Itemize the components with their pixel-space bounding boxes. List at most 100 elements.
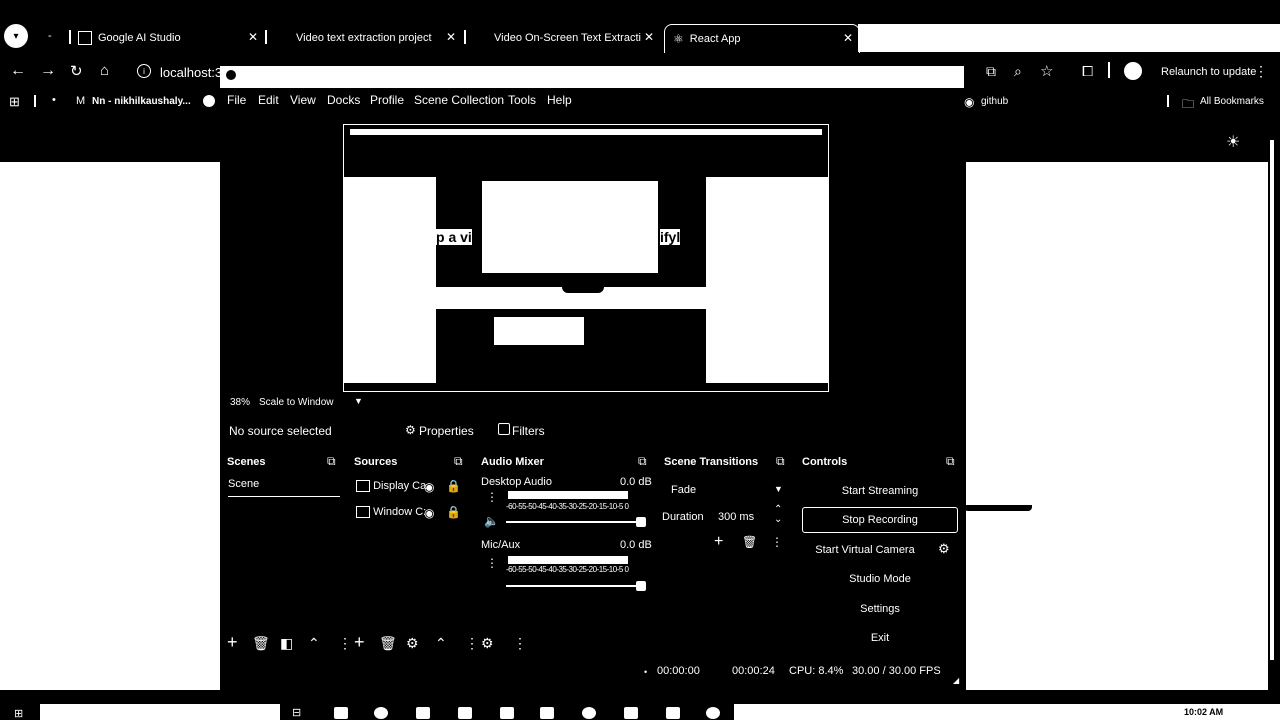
taskbar-app-icon[interactable] bbox=[374, 707, 388, 719]
kebab-icon[interactable]: ⋮ bbox=[465, 635, 479, 652]
window-icon bbox=[356, 506, 370, 519]
back-icon[interactable]: ← bbox=[10, 62, 26, 80]
tab-video-onscreen-text[interactable]: Video On-Screen Text Extracti ✕ bbox=[470, 24, 660, 52]
source-properties-icon[interactable]: ⚙ bbox=[406, 635, 419, 652]
taskbar-search-box[interactable] bbox=[40, 704, 280, 720]
menu-file[interactable]: File bbox=[227, 93, 246, 107]
tab-search-icon[interactable]: ▾ bbox=[4, 24, 28, 48]
transition-type-select[interactable]: Fade bbox=[671, 484, 696, 496]
menu-help[interactable]: Help bbox=[547, 93, 572, 107]
undock-icon[interactable]: ⧉ bbox=[327, 454, 336, 469]
menu-edit[interactable]: Edit bbox=[258, 93, 279, 107]
mic-aux-slider[interactable] bbox=[506, 585, 642, 587]
reload-icon[interactable]: ↻ bbox=[70, 62, 83, 80]
taskbar-app-icon[interactable] bbox=[500, 707, 514, 719]
extensions-icon[interactable]: ⧠ bbox=[1082, 63, 1093, 80]
move-source-up-icon[interactable]: ⌃ bbox=[435, 635, 447, 652]
studio-mode-button[interactable]: Studio Mode bbox=[802, 570, 958, 588]
desktop-audio-slider-knob[interactable] bbox=[636, 517, 646, 527]
kebab-icon[interactable]: ⋮ bbox=[513, 635, 527, 652]
close-icon[interactable]: ✕ bbox=[446, 30, 456, 44]
tab-react-app[interactable]: ⚛ React App ✕ bbox=[664, 24, 860, 53]
bookmark-dot[interactable]: • bbox=[52, 94, 56, 106]
taskbar-app-icon[interactable] bbox=[540, 707, 554, 719]
install-icon[interactable]: ⧉ bbox=[986, 63, 996, 80]
kebab-icon[interactable]: ⋮ bbox=[771, 535, 783, 549]
undock-icon[interactable]: ⧉ bbox=[454, 454, 463, 469]
taskbar-app-icon[interactable] bbox=[334, 707, 348, 719]
tab-small-icon[interactable]: - bbox=[48, 30, 52, 42]
undock-icon[interactable]: ⧉ bbox=[946, 454, 955, 469]
duration-input[interactable]: 300 ms bbox=[718, 511, 754, 523]
github-bookmark[interactable]: github bbox=[981, 96, 1008, 107]
taskbar-app-icon[interactable] bbox=[666, 707, 680, 719]
menu-scene-collection[interactable]: Scene Collection bbox=[414, 93, 504, 107]
zoom-icon[interactable]: ⌕ bbox=[1014, 63, 1022, 80]
theme-toggle-icon[interactable]: ☀ bbox=[1226, 132, 1240, 152]
visibility-eye-icon[interactable]: ◉ bbox=[424, 506, 434, 520]
add-scene-icon[interactable]: + bbox=[227, 632, 238, 653]
start-streaming-button[interactable]: Start Streaming bbox=[802, 482, 958, 500]
undock-icon[interactable]: ⧉ bbox=[638, 454, 647, 469]
apps-grid-icon[interactable]: ⊞ bbox=[9, 94, 20, 110]
advanced-audio-icon[interactable]: ⚙ bbox=[481, 635, 494, 652]
visibility-eye-icon[interactable]: ◉ bbox=[424, 480, 434, 494]
bookmark-star-icon[interactable]: ☆ bbox=[1040, 62, 1053, 80]
taskbar-app-icon[interactable] bbox=[416, 707, 430, 719]
scrollbar-thumb[interactable] bbox=[1270, 140, 1274, 660]
undock-icon[interactable]: ⧉ bbox=[776, 454, 785, 469]
taskbar-app-icon[interactable] bbox=[582, 707, 596, 719]
exit-button[interactable]: Exit bbox=[802, 629, 958, 647]
profile-avatar[interactable] bbox=[1124, 62, 1142, 80]
chevron-down-icon[interactable]: ▼ bbox=[774, 484, 783, 494]
move-up-icon[interactable]: ⌃ bbox=[308, 635, 320, 652]
stepper-icon[interactable]: ⌃ ⌄ bbox=[774, 505, 782, 525]
desktop-audio-slider[interactable] bbox=[506, 521, 642, 523]
trash-icon[interactable]: 🗑 bbox=[742, 535, 757, 549]
obs-preview[interactable]: p a vi ifyl bbox=[343, 124, 829, 392]
task-view-icon[interactable]: ⊟ bbox=[292, 706, 301, 719]
tab-google-ai-studio[interactable]: Google AI Studio ✕ bbox=[74, 24, 264, 52]
site-info-icon[interactable]: i bbox=[137, 64, 151, 78]
close-icon[interactable]: ✕ bbox=[644, 30, 654, 44]
chevron-down-icon[interactable]: ▼ bbox=[354, 396, 363, 406]
menu-view[interactable]: View bbox=[290, 93, 316, 107]
taskbar-app-icon[interactable] bbox=[624, 707, 638, 719]
tab-video-text-extraction[interactable]: Video text extraction project ✕ bbox=[272, 24, 462, 52]
all-bookmarks[interactable]: All Bookmarks bbox=[1200, 96, 1264, 107]
menu-profile[interactable]: Profile bbox=[370, 93, 404, 107]
speaker-icon[interactable]: 🔈 bbox=[484, 514, 499, 528]
scale-mode-select[interactable]: Scale to Window bbox=[259, 397, 333, 408]
menu-docks[interactable]: Docks bbox=[327, 93, 360, 107]
settings-button[interactable]: Settings bbox=[802, 600, 958, 618]
menu-tools[interactable]: Tools bbox=[508, 93, 536, 107]
close-icon[interactable]: ✕ bbox=[248, 30, 258, 44]
home-icon[interactable]: ⌂ bbox=[100, 62, 109, 79]
remove-source-icon[interactable]: 🗑 bbox=[379, 635, 397, 652]
kebab-icon[interactable]: ⋮ bbox=[486, 490, 498, 504]
resize-grip-icon[interactable]: ◢ bbox=[953, 676, 959, 685]
bookmark-item[interactable]: Nn - nikhilkaushaly... bbox=[92, 96, 191, 107]
scene-list-item[interactable]: Scene bbox=[228, 478, 340, 497]
relaunch-button[interactable]: Relaunch to update bbox=[1161, 66, 1256, 78]
lock-icon[interactable]: 🔒 bbox=[446, 505, 461, 519]
mic-aux-slider-knob[interactable] bbox=[636, 581, 646, 591]
forward-icon[interactable]: → bbox=[40, 62, 56, 80]
scene-filters-icon[interactable]: ◧ bbox=[280, 635, 293, 652]
stop-recording-button[interactable]: Stop Recording bbox=[802, 507, 958, 533]
filters-button[interactable]: Filters bbox=[512, 424, 545, 438]
add-icon[interactable]: + bbox=[714, 533, 723, 551]
kebab-icon[interactable]: ⋮ bbox=[486, 556, 498, 570]
gear-icon[interactable]: ⚙ bbox=[938, 541, 950, 557]
taskbar-app-icon[interactable] bbox=[458, 707, 472, 719]
taskbar-obs-icon[interactable] bbox=[706, 707, 720, 719]
remove-scene-icon[interactable]: 🗑 bbox=[252, 635, 270, 652]
properties-button[interactable]: Properties bbox=[419, 424, 474, 438]
start-virtual-camera-button[interactable]: Start Virtual Camera bbox=[802, 541, 928, 559]
start-icon[interactable]: ⊞ bbox=[14, 707, 23, 720]
kebab-icon[interactable]: ⋮ bbox=[338, 635, 352, 652]
more-menu-icon[interactable]: ⋮ bbox=[1254, 63, 1268, 80]
close-icon[interactable]: ✕ bbox=[843, 31, 853, 45]
add-source-icon[interactable]: + bbox=[354, 632, 365, 653]
lock-icon[interactable]: 🔒 bbox=[446, 479, 461, 493]
